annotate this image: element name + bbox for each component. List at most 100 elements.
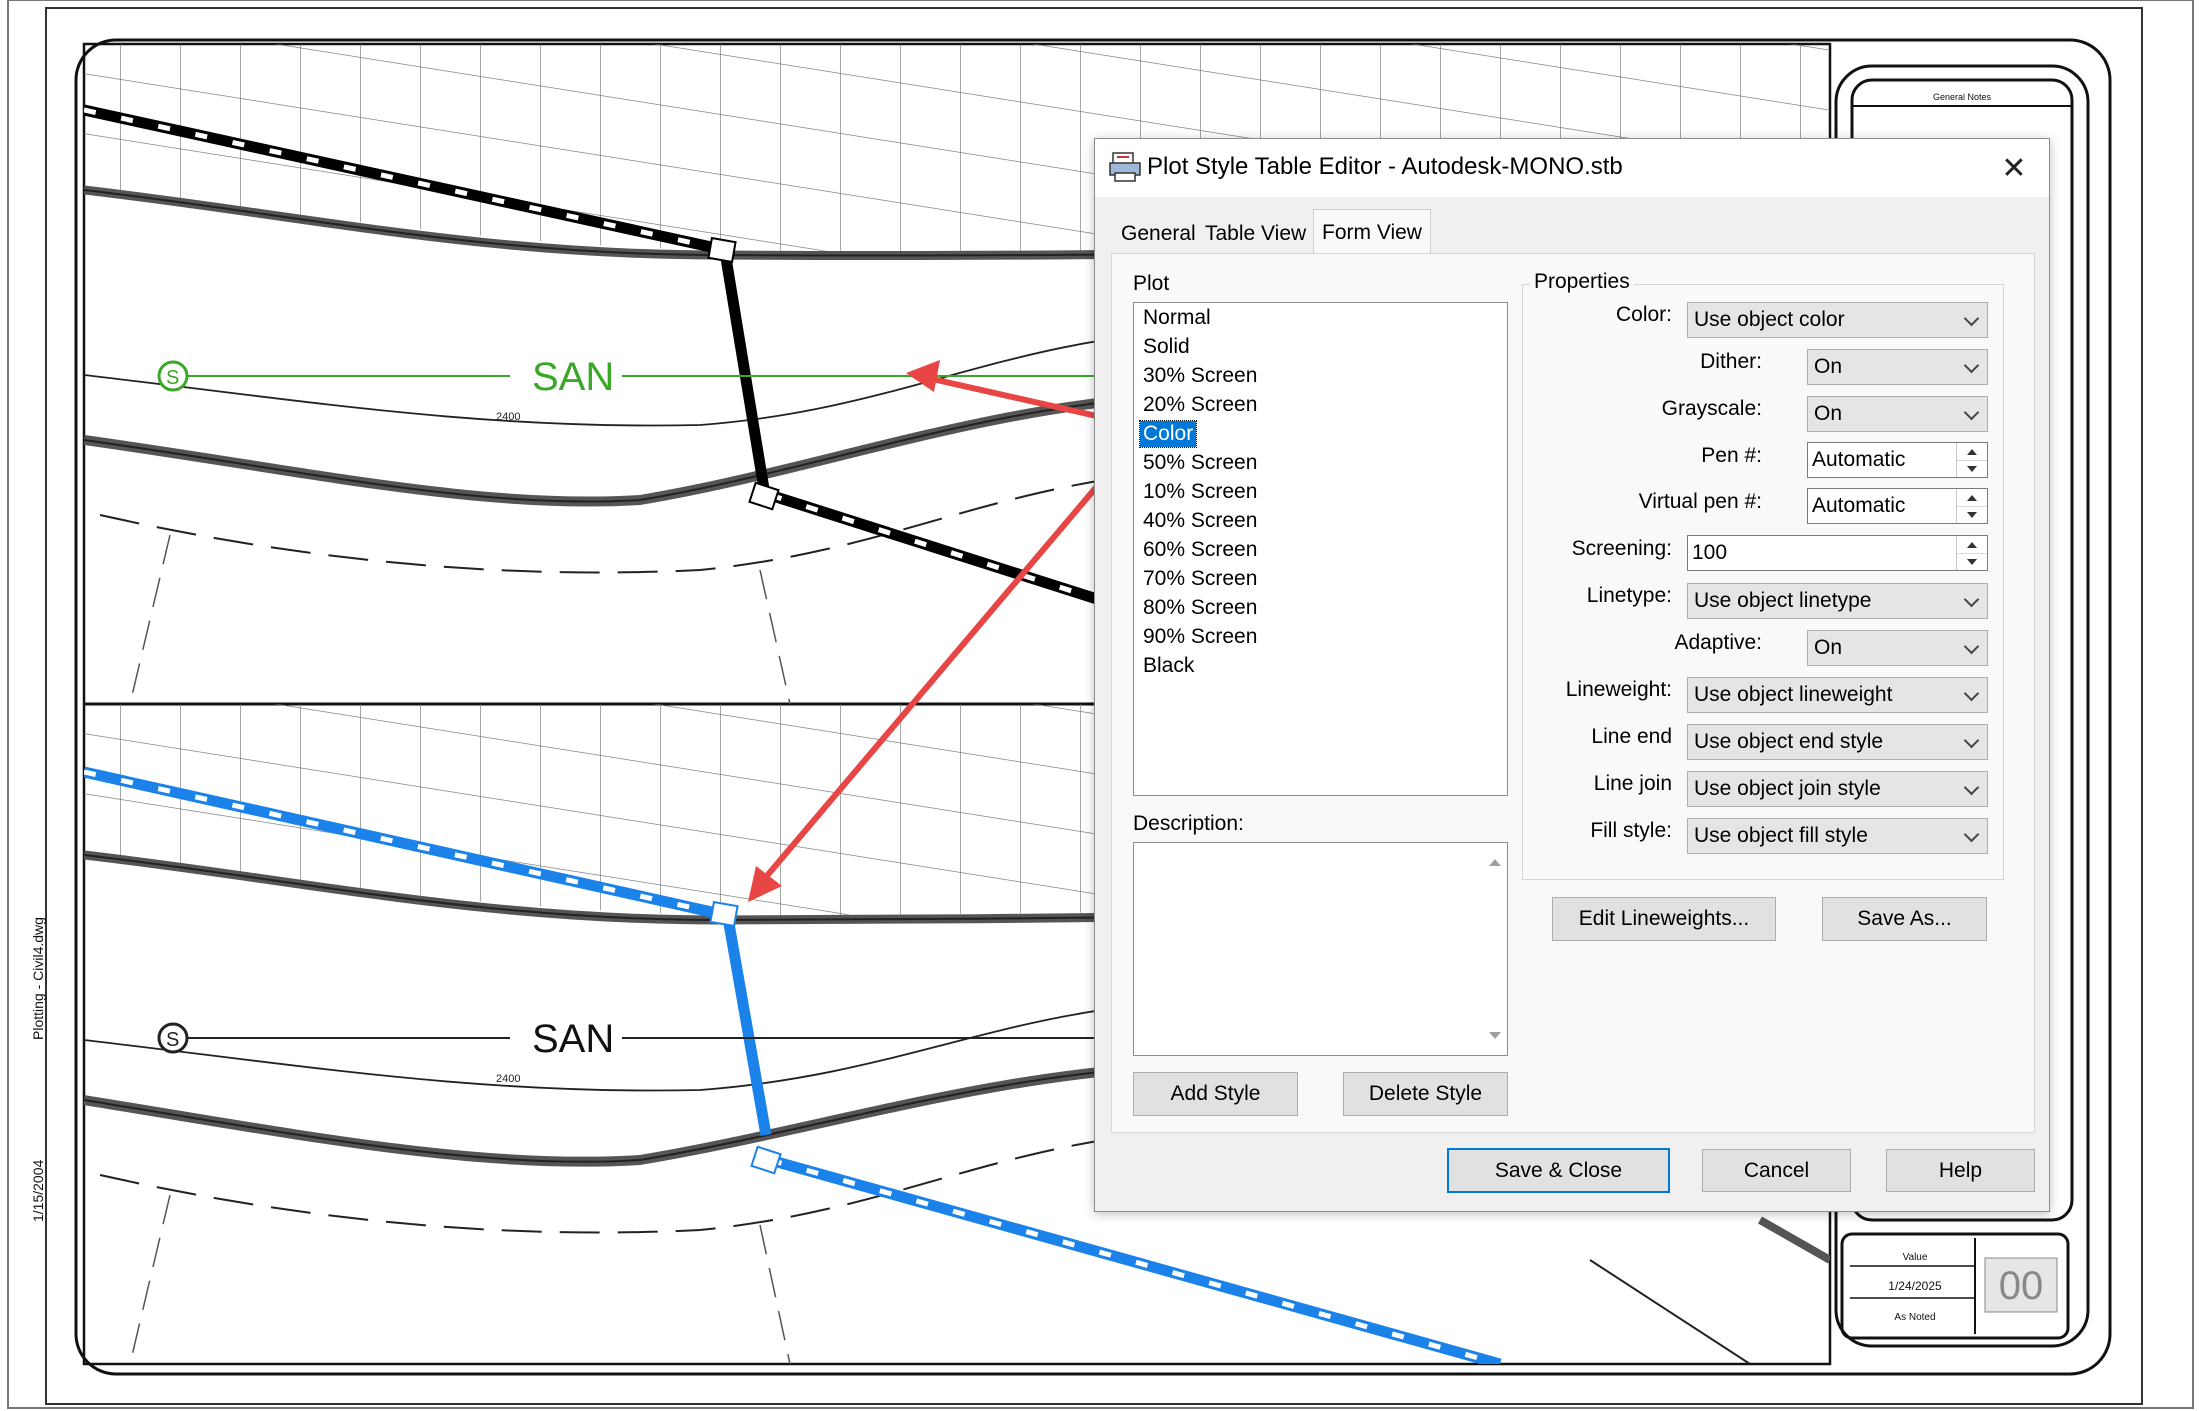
plot-style-item[interactable]: Normal <box>1140 305 1214 331</box>
svg-text:S: S <box>166 1029 179 1051</box>
plot-style-item[interactable]: 90% Screen <box>1140 624 1260 650</box>
fill-style-label: Fill style: <box>1590 819 1672 842</box>
line-end-select[interactable]: Use object end style <box>1687 724 1988 760</box>
plot-style-item[interactable]: 50% Screen <box>1140 450 1260 476</box>
plot-styles-label: Plot <box>1133 272 1170 295</box>
titleblock-project: Value <box>1903 1252 1928 1263</box>
chevron-down-icon <box>1963 404 1980 421</box>
plot-style-item[interactable]: 60% Screen <box>1140 537 1260 563</box>
save-and-close-button[interactable]: Save & Close <box>1447 1148 1670 1193</box>
close-button[interactable]: ✕ <box>1995 149 2033 187</box>
color-value: Use object color <box>1694 308 1845 331</box>
tab-table-view[interactable]: Table View <box>1201 215 1310 253</box>
dialog-title: Plot Style Table Editor - Autodesk-MONO.… <box>1147 153 1623 180</box>
adaptive-label: Adaptive: <box>1674 631 1762 654</box>
line-join-label: Line join <box>1593 772 1672 795</box>
linetype-label: Linetype: <box>1586 584 1672 607</box>
sheet-side-text-filename: Plotting - Civil4.dwg <box>30 917 46 1040</box>
pen-number-label: Pen #: <box>1701 444 1762 467</box>
virtual-pen-spinner[interactable] <box>1807 488 1988 524</box>
plot-style-item[interactable]: 30% Screen <box>1140 363 1260 389</box>
screening-stepper[interactable] <box>1956 536 1987 570</box>
description-label: Description: <box>1133 812 1244 835</box>
virtual-pen-stepper[interactable] <box>1956 489 1987 523</box>
pen-number-stepper[interactable] <box>1956 443 1987 477</box>
chevron-down-icon <box>1963 779 1980 796</box>
dither-label: Dither: <box>1700 350 1762 373</box>
linetype-select[interactable]: Use object linetype <box>1687 583 1988 619</box>
decrement-icon[interactable] <box>1957 460 1987 477</box>
plot-style-item[interactable]: 70% Screen <box>1140 566 1260 592</box>
plot-style-item[interactable]: Solid <box>1140 334 1193 360</box>
decrement-icon[interactable] <box>1957 553 1987 570</box>
screening-label: Screening: <box>1571 537 1672 560</box>
line-end-label: Line end <box>1591 725 1672 748</box>
save-as-button[interactable]: Save As... <box>1822 897 1987 941</box>
color-label: Color: <box>1615 303 1672 326</box>
fill-style-select[interactable]: Use object fill style <box>1687 818 1988 854</box>
adaptive-select[interactable]: On <box>1807 630 1988 666</box>
increment-icon[interactable] <box>1957 536 1987 554</box>
plot-styles-list[interactable]: Normal Solid 30% Screen 20% Screen Color… <box>1133 302 1508 796</box>
station-label-top: 2400 <box>496 411 520 423</box>
linetype-value: Use object linetype <box>1694 589 1872 612</box>
line-end-value: Use object end style <box>1694 730 1884 753</box>
cancel-button[interactable]: Cancel <box>1702 1149 1851 1192</box>
sheet-side-text-date: 1/15/2004 <box>30 1159 46 1222</box>
titleblock-header: General Notes <box>1933 92 1992 102</box>
screening-input[interactable] <box>1688 536 1960 570</box>
plot-style-item[interactable]: Black <box>1140 653 1197 679</box>
edit-lineweights-button[interactable]: Edit Lineweights... <box>1552 897 1776 941</box>
adaptive-value: On <box>1814 636 1843 659</box>
chevron-down-icon <box>1963 826 1980 843</box>
grayscale-select[interactable]: On <box>1807 396 1988 432</box>
chevron-down-icon <box>1963 310 1980 327</box>
add-style-button[interactable]: Add Style <box>1133 1072 1298 1116</box>
dialog-titlebar[interactable]: Plot Style Table Editor - Autodesk-MONO.… <box>1095 139 2049 197</box>
pen-number-spinner[interactable] <box>1807 442 1988 478</box>
tab-general[interactable]: General <box>1117 215 1200 253</box>
titleblock-sheet-number: 00 <box>1999 1264 2044 1308</box>
dither-select[interactable]: On <box>1807 349 1988 385</box>
chevron-down-icon <box>1963 732 1980 749</box>
svg-text:S: S <box>166 367 179 389</box>
lineweight-label: Lineweight: <box>1565 678 1672 701</box>
plot-style-item-selected[interactable]: Color <box>1138 420 1198 448</box>
delete-style-button[interactable]: Delete Style <box>1343 1072 1508 1116</box>
plot-style-item[interactable]: 80% Screen <box>1140 595 1260 621</box>
tab-form-view[interactable]: Form View <box>1313 209 1431 256</box>
chevron-down-icon <box>1963 591 1980 608</box>
scroll-down-icon[interactable] <box>1489 1032 1501 1039</box>
properties-label: Properties <box>1530 270 1634 294</box>
titleblock-scale: As Noted <box>1894 1312 1935 1323</box>
scroll-up-icon[interactable] <box>1489 859 1501 866</box>
help-button[interactable]: Help <box>1886 1149 2035 1192</box>
line-join-select[interactable]: Use object join style <box>1687 771 1988 807</box>
line-join-value: Use object join style <box>1694 777 1881 800</box>
titleblock-date: 1/24/2025 <box>1888 1279 1942 1293</box>
virtual-pen-label: Virtual pen #: <box>1638 490 1762 513</box>
screening-spinner[interactable] <box>1687 535 1988 571</box>
description-textarea[interactable] <box>1133 842 1508 1056</box>
pen-number-input[interactable] <box>1808 443 1960 477</box>
decrement-icon[interactable] <box>1957 506 1987 523</box>
plotter-icon <box>1109 152 1141 182</box>
plot-style-item[interactable]: 40% Screen <box>1140 508 1260 534</box>
virtual-pen-input[interactable] <box>1808 489 1960 523</box>
san-label-top: SAN <box>532 355 614 399</box>
chevron-down-icon <box>1963 357 1980 374</box>
plot-style-item[interactable]: 10% Screen <box>1140 479 1260 505</box>
increment-icon[interactable] <box>1957 443 1987 461</box>
station-label-bottom: 2400 <box>496 1073 520 1085</box>
fill-style-value: Use object fill style <box>1694 824 1868 847</box>
increment-icon[interactable] <box>1957 489 1987 507</box>
grayscale-label: Grayscale: <box>1661 397 1762 420</box>
close-icon: ✕ <box>2001 151 2027 185</box>
description-scrollbar[interactable] <box>1483 845 1505 1053</box>
dither-value: On <box>1814 355 1843 378</box>
chevron-down-icon <box>1963 638 1980 655</box>
grayscale-value: On <box>1814 402 1843 425</box>
plot-style-item[interactable]: 20% Screen <box>1140 392 1260 418</box>
lineweight-select[interactable]: Use object lineweight <box>1687 677 1988 713</box>
color-select[interactable]: Use object color <box>1687 302 1988 338</box>
